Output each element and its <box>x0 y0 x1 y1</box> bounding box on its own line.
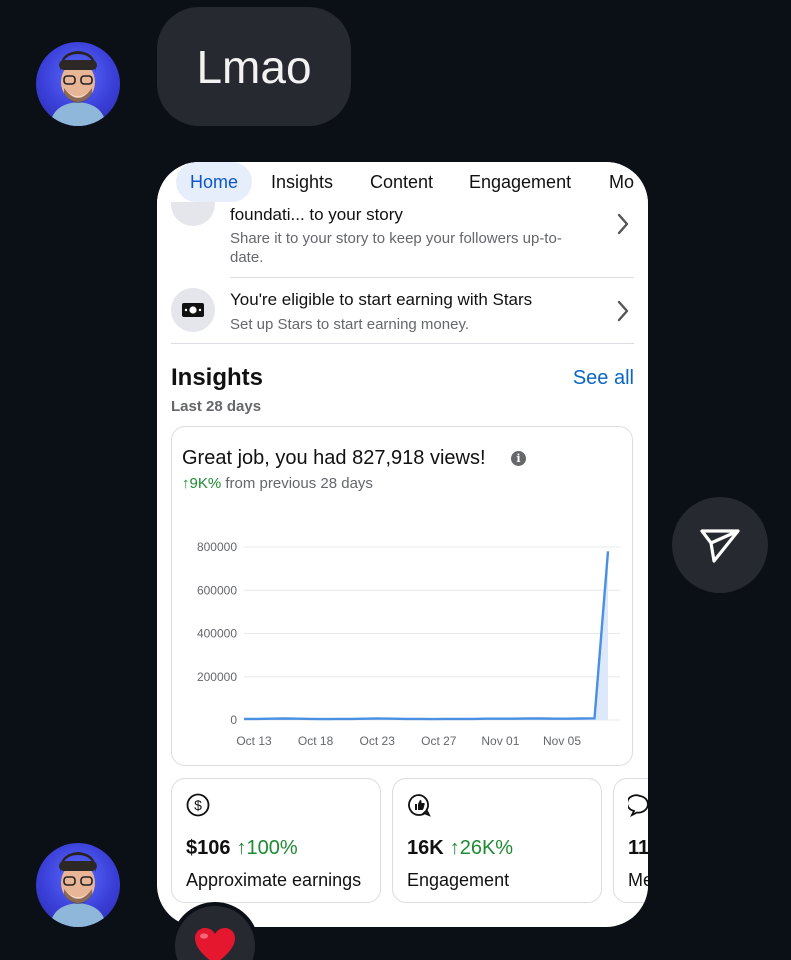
views-title: Great job, you had 827,918 views! <box>182 447 486 469</box>
stat-card-messages[interactable]: 11 Me <box>613 778 648 903</box>
share-button[interactable] <box>672 497 768 593</box>
x-tick-label: Nov 01 <box>481 734 519 748</box>
y-tick-label: 800000 <box>197 540 237 554</box>
views-trend: ↑9K% from previous 28 days <box>182 475 373 492</box>
chevron-right-icon <box>617 300 629 322</box>
thumbs-up-bubble-icon <box>408 794 431 817</box>
notification-title: foundati... to your story <box>230 205 403 224</box>
divider <box>171 343 634 344</box>
chevron-right-icon <box>617 213 629 235</box>
svg-text:$: $ <box>194 797 202 813</box>
y-tick-label: 200000 <box>197 670 237 684</box>
tab-more[interactable]: Mo <box>609 162 634 202</box>
stat-change: ↑26K% <box>449 837 514 859</box>
stat-label: Approximate earnings <box>186 870 362 890</box>
notification-row-stars[interactable]: You're eligible to start earning with St… <box>171 288 634 338</box>
trend-value: ↑9K% <box>182 475 222 492</box>
sender-avatar[interactable] <box>36 42 120 126</box>
shared-insights-card[interactable]: Home Insights Content Engagement Mo foun… <box>157 162 648 927</box>
stat-card-engagement[interactable]: 16K ↑26K% Engagement <box>392 778 602 903</box>
x-tick-label: Oct 23 <box>360 734 396 748</box>
tab-bar: Home Insights Content Engagement Mo <box>157 162 648 202</box>
heart-icon <box>195 928 235 960</box>
x-tick-label: Nov 05 <box>543 734 581 748</box>
divider <box>230 277 634 278</box>
see-all-link[interactable]: See all <box>573 367 634 390</box>
cash-icon <box>171 288 215 332</box>
x-tick-label: Oct 18 <box>298 734 334 748</box>
insights-period: Last 28 days <box>171 398 262 415</box>
stat-label: Me <box>628 870 648 890</box>
views-line <box>244 551 610 721</box>
stat-change: ↑100% <box>236 837 298 859</box>
tab-insights[interactable]: Insights <box>271 162 333 202</box>
tab-engagement[interactable]: Engagement <box>469 162 571 202</box>
info-icon[interactable]: i <box>511 451 526 466</box>
views-chart-card[interactable]: Great job, you had 827,918 views! i ↑9K%… <box>171 426 633 766</box>
tab-home[interactable]: Home <box>176 162 253 202</box>
stat-label: Engagement <box>407 870 510 890</box>
notification-subtitle: Set up Stars to start earning money. <box>230 316 470 333</box>
stat-value: 11 <box>628 837 648 860</box>
stat-number: 16K <box>407 837 444 859</box>
stat-value: $106 ↑100% <box>186 837 298 860</box>
message-bubble[interactable]: Lmao <box>157 7 351 126</box>
comment-icon <box>628 794 648 817</box>
trend-text: from previous 28 days <box>221 475 373 492</box>
send-icon <box>700 529 740 563</box>
views-area <box>244 551 608 720</box>
views-area-chart: 800000 600000 400000 200000 0 Oct 13 Oct 18 Oct… <box>197 540 620 748</box>
y-tick-label: 600000 <box>197 583 237 597</box>
stat-number: 11 <box>628 837 648 859</box>
stat-number: $106 <box>186 837 231 859</box>
x-tick-label: Oct 13 <box>236 734 272 748</box>
sender-avatar[interactable] <box>36 843 120 927</box>
notification-subtitle: Share it to your story to keep your foll… <box>230 230 562 266</box>
y-tick-label: 400000 <box>197 627 237 641</box>
x-tick-label: Oct 27 <box>421 734 457 748</box>
insights-heading: Insights <box>171 364 264 391</box>
dollar-circle-icon: $ <box>186 793 210 817</box>
y-tick-label: 0 <box>230 713 237 727</box>
stat-value: 16K ↑26K% <box>407 837 513 860</box>
stat-card-earnings[interactable]: $ $106 ↑100% Approximate earnings <box>171 778 381 903</box>
tab-content[interactable]: Content <box>370 162 433 202</box>
message-text: Lmao <box>196 40 312 93</box>
notification-title: You're eligible to start earning with St… <box>230 290 533 309</box>
